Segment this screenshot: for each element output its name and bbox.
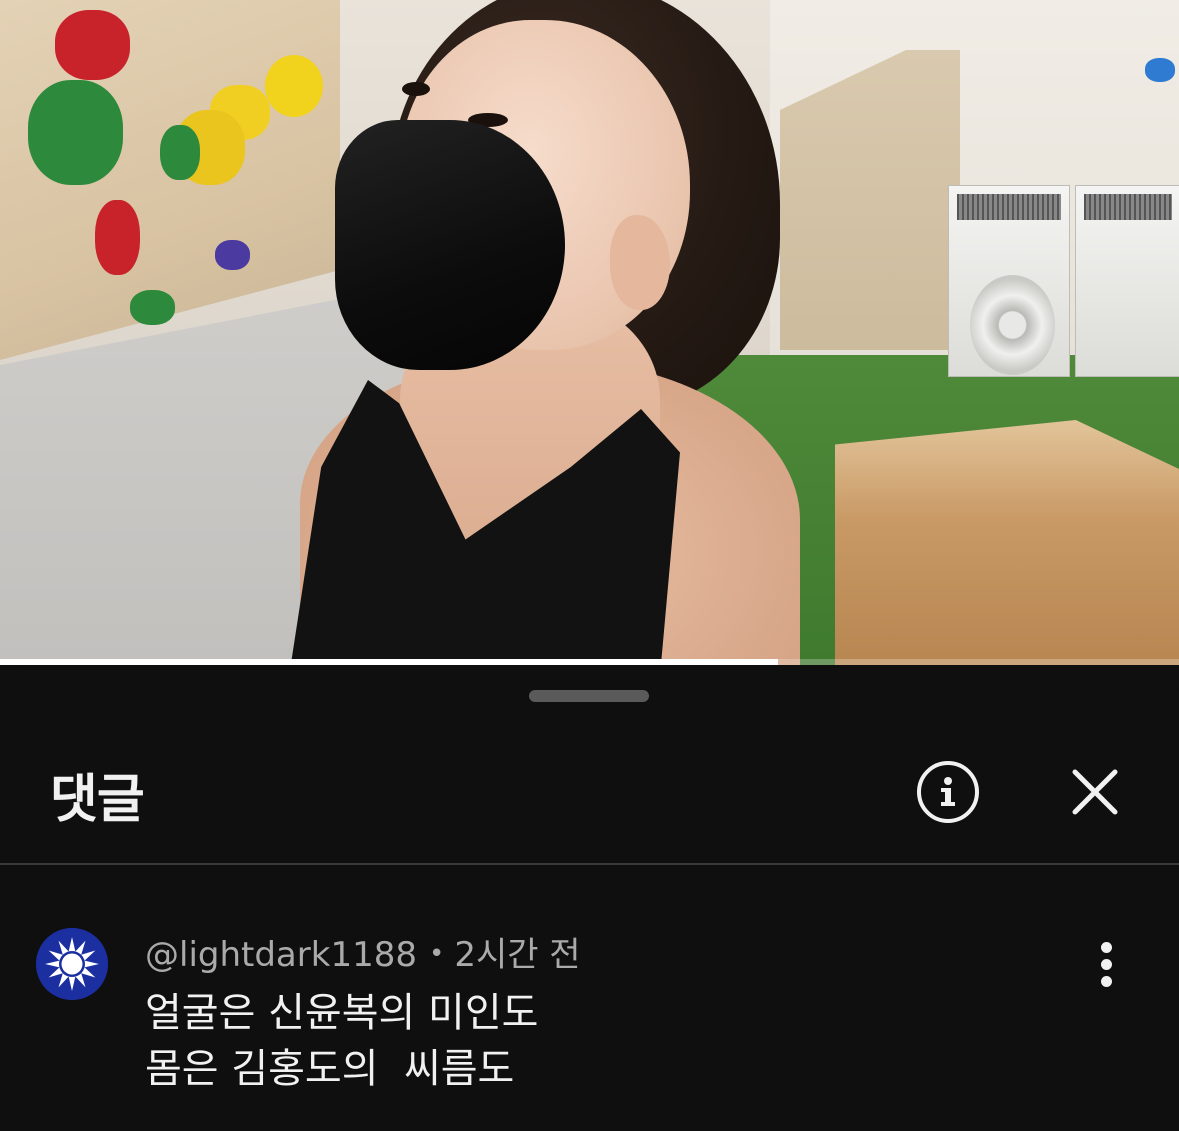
- climbing-hold: [215, 240, 250, 270]
- more-vert-icon: [1101, 976, 1112, 987]
- face-mask: [335, 120, 565, 370]
- person-eye: [402, 82, 430, 96]
- comment-time: 2시간 전: [454, 935, 581, 975]
- climbing-hold: [130, 290, 175, 325]
- sheet-title: 댓글: [50, 770, 145, 830]
- drag-handle[interactable]: [529, 690, 649, 702]
- meta-separator: •: [428, 939, 445, 969]
- more-vert-icon: [1101, 959, 1112, 970]
- close-button[interactable]: [1068, 765, 1122, 819]
- more-vert-icon: [1101, 942, 1112, 953]
- person-ear: [610, 215, 670, 310]
- comment-author[interactable]: @lightdark1188: [145, 935, 417, 975]
- climbing-hold: [28, 80, 123, 185]
- air-purifier: [1075, 185, 1179, 377]
- info-icon: [941, 777, 955, 806]
- divider: [0, 863, 1179, 865]
- climbing-hold: [1145, 58, 1175, 82]
- white-sun-emblem-icon: [36, 928, 108, 1000]
- climbing-hold: [160, 125, 200, 180]
- climbing-hold: [55, 10, 130, 80]
- avatar[interactable]: [36, 928, 108, 1000]
- climbing-hold: [95, 200, 140, 275]
- comment-menu-button[interactable]: [1090, 940, 1124, 990]
- standing-fan: [970, 275, 1055, 375]
- comments-sheet: 댓글 @lightdark1188 • 2시간 전 얼굴은 신윤복의 미인도 몸은 …: [0, 665, 1179, 1131]
- comment-text: 얼굴은 신윤복의 미인도 몸은 김홍도의 씨름도: [145, 990, 539, 1092]
- wooden-bench: [835, 420, 1179, 665]
- info-button[interactable]: [917, 761, 979, 823]
- comment-meta: @lightdark1188 • 2시간 전: [145, 927, 581, 976]
- video-player[interactable]: [0, 0, 1179, 665]
- climbing-hold: [265, 55, 323, 117]
- close-icon: [1072, 769, 1118, 815]
